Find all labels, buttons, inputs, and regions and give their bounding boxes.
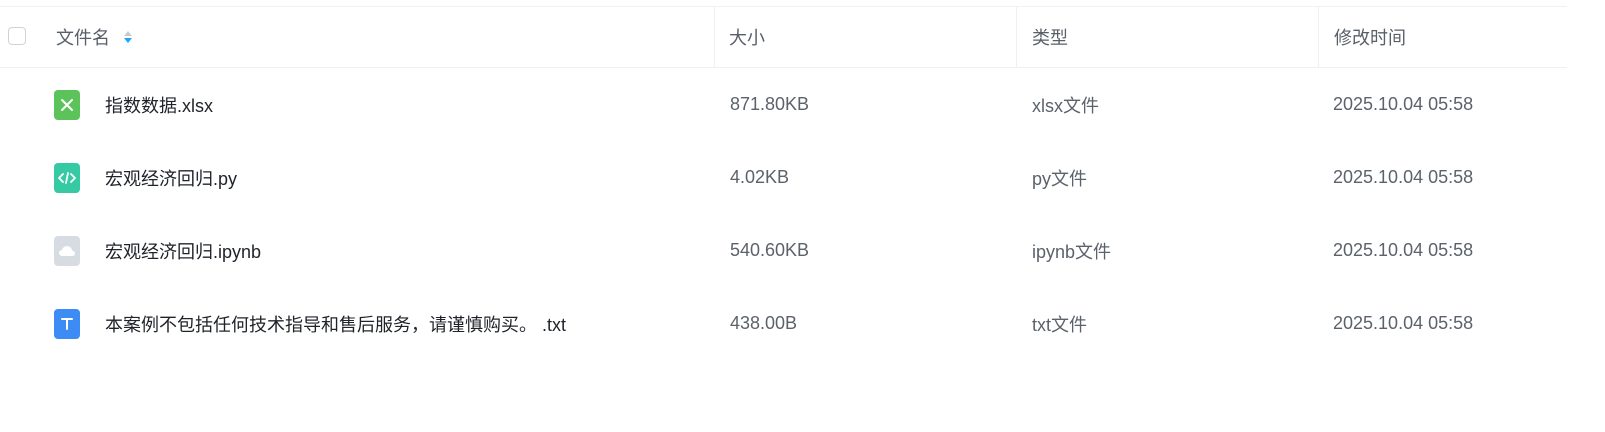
file-type: py文件 [1032, 168, 1088, 189]
file-modified: 2025.10.04 05:58 [1333, 240, 1474, 260]
table-row[interactable]: 本案例不包括任何技术指导和售后服务，请谨慎购买。 .txt 438.00B tx… [0, 287, 1567, 360]
file-size: 438.00B [730, 313, 798, 333]
cloud-file-icon [54, 236, 80, 266]
file-modified: 2025.10.04 05:58 [1333, 94, 1474, 114]
file-table: 文件名 大小 类型 修改时间 指数数据.xlsx 871.80KB xlsx文件… [0, 6, 1567, 360]
file-name[interactable]: 本案例不包括任何技术指导和售后服务，请谨慎购买。 .txt [105, 287, 566, 360]
column-header-modified-label: 修改时间 [1334, 28, 1406, 48]
code-file-icon [54, 163, 80, 193]
file-size: 540.60KB [730, 240, 810, 260]
file-name[interactable]: 宏观经济回归.py [105, 141, 237, 214]
file-type: xlsx文件 [1032, 95, 1099, 116]
file-size: 871.80KB [730, 94, 810, 114]
file-modified: 2025.10.04 05:58 [1333, 313, 1474, 333]
column-header-size[interactable]: 大小 [714, 7, 765, 67]
sort-ascending-icon [124, 31, 132, 36]
column-header-name[interactable]: 文件名 [56, 7, 132, 67]
file-name[interactable]: 宏观经济回归.ipynb [105, 214, 261, 287]
text-file-icon [54, 309, 80, 339]
file-name[interactable]: 指数数据.xlsx [105, 68, 213, 141]
column-header-size-label: 大小 [729, 28, 765, 48]
table-row[interactable]: 宏观经济回归.ipynb 540.60KB ipynb文件 2025.10.04… [0, 214, 1567, 287]
column-header-type-label: 类型 [1032, 28, 1068, 48]
sort-descending-icon [124, 38, 132, 43]
file-type: ipynb文件 [1032, 241, 1112, 262]
column-header-name-label: 文件名 [56, 28, 110, 48]
file-size: 4.02KB [730, 167, 790, 187]
excel-file-icon [54, 90, 80, 120]
column-header-type[interactable]: 类型 [1016, 7, 1068, 67]
table-row[interactable]: 宏观经济回归.py 4.02KB py文件 2025.10.04 05:58 [0, 141, 1567, 214]
sort-icon[interactable] [124, 31, 132, 43]
column-header-modified[interactable]: 修改时间 [1318, 7, 1406, 67]
table-row[interactable]: 指数数据.xlsx 871.80KB xlsx文件 2025.10.04 05:… [0, 68, 1567, 141]
select-all-checkbox[interactable] [8, 27, 26, 45]
table-header: 文件名 大小 类型 修改时间 [0, 7, 1567, 68]
file-modified: 2025.10.04 05:58 [1333, 167, 1474, 187]
file-type: txt文件 [1032, 314, 1088, 335]
